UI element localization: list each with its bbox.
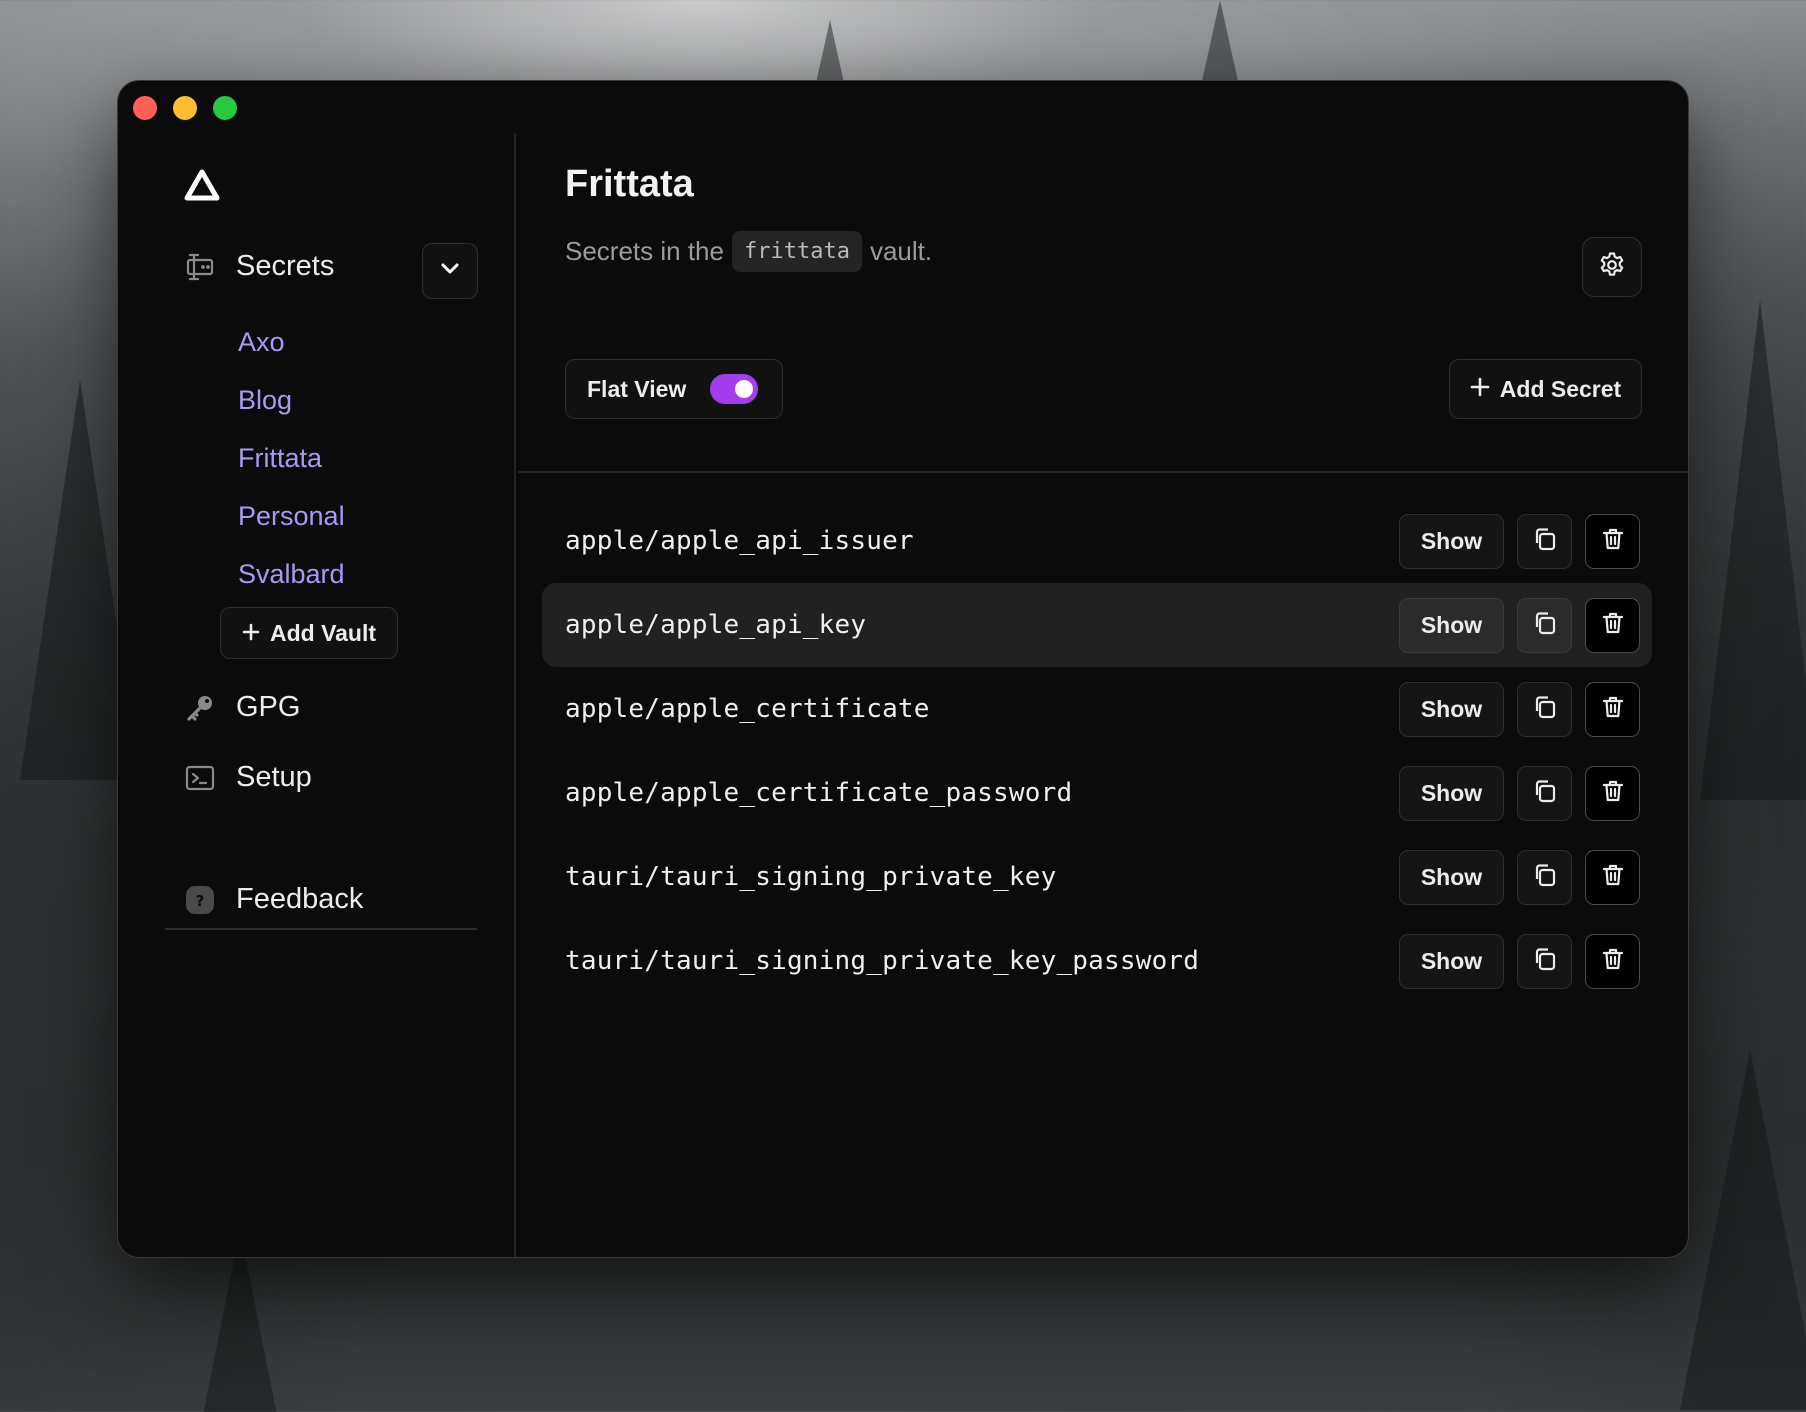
nav-setup-label: Setup bbox=[236, 761, 312, 793]
vault-link-svalbard[interactable]: Svalbard bbox=[238, 545, 345, 603]
secret-name: apple/apple_certificate_password bbox=[565, 778, 1073, 808]
delete-button[interactable] bbox=[1585, 933, 1640, 989]
delete-button[interactable] bbox=[1585, 849, 1640, 905]
row-actions: Show bbox=[1399, 765, 1640, 821]
chevron-down-icon bbox=[440, 262, 460, 281]
copy-button[interactable] bbox=[1517, 933, 1572, 989]
copy-icon bbox=[1532, 526, 1558, 557]
zoom-window-button[interactable] bbox=[213, 96, 237, 120]
row-actions: Show bbox=[1399, 597, 1640, 653]
copy-button[interactable] bbox=[1517, 849, 1572, 905]
add-secret-button[interactable]: Add Secret bbox=[1449, 359, 1642, 419]
background-tree bbox=[1700, 300, 1806, 800]
add-vault-label: Add Vault bbox=[269, 619, 377, 646]
delete-button[interactable] bbox=[1585, 513, 1640, 569]
secret-row[interactable]: tauri/tauri_signing_private_key Show bbox=[542, 835, 1652, 919]
add-vault-button[interactable]: Add Vault bbox=[220, 607, 398, 659]
delete-button[interactable] bbox=[1585, 681, 1640, 737]
nav-feedback[interactable]: ? Feedback bbox=[184, 883, 363, 916]
page-subtitle: Secrets in the frittata vault. bbox=[565, 231, 932, 272]
nav-gpg[interactable]: GPG bbox=[184, 691, 300, 724]
copy-button[interactable] bbox=[1517, 513, 1572, 569]
vault-settings-button[interactable] bbox=[1582, 237, 1642, 297]
trash-icon bbox=[1600, 778, 1626, 809]
show-button[interactable]: Show bbox=[1399, 933, 1504, 989]
app-window: Secrets Axo Blog Frittata Personal Svalb… bbox=[117, 80, 1689, 1258]
trash-icon bbox=[1600, 610, 1626, 641]
show-button[interactable]: Show bbox=[1399, 513, 1504, 569]
nav-secrets-label: Secrets bbox=[236, 250, 335, 282]
row-actions: Show bbox=[1399, 513, 1640, 569]
vault-link-personal[interactable]: Personal bbox=[238, 487, 345, 545]
copy-icon bbox=[1532, 862, 1558, 893]
vault-link-frittata[interactable]: Frittata bbox=[238, 429, 345, 487]
plus-icon bbox=[1470, 376, 1490, 403]
add-secret-label: Add Secret bbox=[1499, 375, 1622, 402]
show-button[interactable]: Show bbox=[1399, 765, 1504, 821]
show-button[interactable]: Show bbox=[1399, 681, 1504, 737]
vault-link-blog[interactable]: Blog bbox=[238, 371, 345, 429]
trash-icon bbox=[1600, 526, 1626, 557]
vault-link-axo[interactable]: Axo bbox=[238, 313, 345, 371]
copy-icon bbox=[1532, 694, 1558, 725]
vault-list: Axo Blog Frittata Personal Svalbard bbox=[238, 313, 345, 603]
page-title: Frittata bbox=[565, 163, 694, 205]
window-controls bbox=[133, 96, 237, 120]
nav-setup[interactable]: Setup bbox=[184, 761, 312, 794]
flat-view-control: Flat View bbox=[565, 359, 783, 419]
secret-row[interactable]: apple/apple_certificate_password Show bbox=[542, 751, 1652, 835]
row-actions: Show bbox=[1399, 849, 1640, 905]
copy-icon bbox=[1532, 946, 1558, 977]
trash-icon bbox=[1600, 862, 1626, 893]
delete-button[interactable] bbox=[1585, 597, 1640, 653]
subtitle-prefix: Secrets in the bbox=[565, 236, 724, 266]
sidebar-divider bbox=[165, 928, 477, 930]
flat-view-toggle[interactable] bbox=[710, 374, 759, 404]
header-divider bbox=[518, 471, 1688, 473]
trash-icon bbox=[1600, 946, 1626, 977]
copy-icon bbox=[1532, 610, 1558, 641]
secrets-icon bbox=[184, 251, 216, 283]
subtitle-suffix: vault. bbox=[869, 236, 933, 266]
show-button[interactable]: Show bbox=[1399, 849, 1504, 905]
background-tree bbox=[1680, 1050, 1806, 1410]
nav-feedback-label: Feedback bbox=[236, 883, 364, 915]
triangle-logo-icon bbox=[184, 169, 220, 201]
main-panel: Frittata Secrets in the frittata vault. … bbox=[518, 133, 1688, 1257]
svg-text:?: ? bbox=[196, 892, 205, 910]
secret-name: apple/apple_certificate bbox=[565, 694, 930, 724]
secret-list: apple/apple_api_issuer Show apple/apple_… bbox=[542, 499, 1652, 1003]
nav-secrets[interactable]: Secrets bbox=[184, 250, 334, 283]
secret-row[interactable]: apple/apple_certificate Show bbox=[542, 667, 1652, 751]
plus-icon bbox=[242, 620, 260, 647]
terminal-icon bbox=[184, 762, 216, 794]
copy-button[interactable] bbox=[1517, 765, 1572, 821]
gear-icon bbox=[1598, 251, 1626, 284]
vault-code-pill: frittata bbox=[731, 231, 862, 272]
secret-row[interactable]: apple/apple_api_key Show bbox=[542, 583, 1652, 667]
sidebar: Secrets Axo Blog Frittata Personal Svalb… bbox=[118, 133, 516, 1257]
trash-icon bbox=[1600, 694, 1626, 725]
secret-row[interactable]: apple/apple_api_issuer Show bbox=[542, 499, 1652, 583]
row-actions: Show bbox=[1399, 681, 1640, 737]
row-actions: Show bbox=[1399, 933, 1640, 989]
secret-name: apple/apple_api_issuer bbox=[565, 526, 914, 556]
toggle-knob bbox=[735, 380, 754, 398]
question-icon: ? bbox=[184, 884, 216, 916]
flat-view-label: Flat View bbox=[587, 375, 687, 402]
nav-gpg-label: GPG bbox=[236, 691, 301, 723]
secret-row[interactable]: tauri/tauri_signing_private_key_password… bbox=[542, 919, 1652, 1003]
close-window-button[interactable] bbox=[133, 96, 157, 120]
copy-icon bbox=[1532, 778, 1558, 809]
copy-button[interactable] bbox=[1517, 597, 1572, 653]
delete-button[interactable] bbox=[1585, 765, 1640, 821]
secrets-collapse-button[interactable] bbox=[422, 243, 478, 299]
copy-button[interactable] bbox=[1517, 681, 1572, 737]
minimize-window-button[interactable] bbox=[173, 96, 197, 120]
show-button[interactable]: Show bbox=[1399, 597, 1504, 653]
secret-name: tauri/tauri_signing_private_key_password bbox=[565, 946, 1200, 976]
key-icon bbox=[184, 692, 216, 724]
secret-name: apple/apple_api_key bbox=[565, 610, 867, 640]
secret-name: tauri/tauri_signing_private_key bbox=[565, 862, 1057, 892]
